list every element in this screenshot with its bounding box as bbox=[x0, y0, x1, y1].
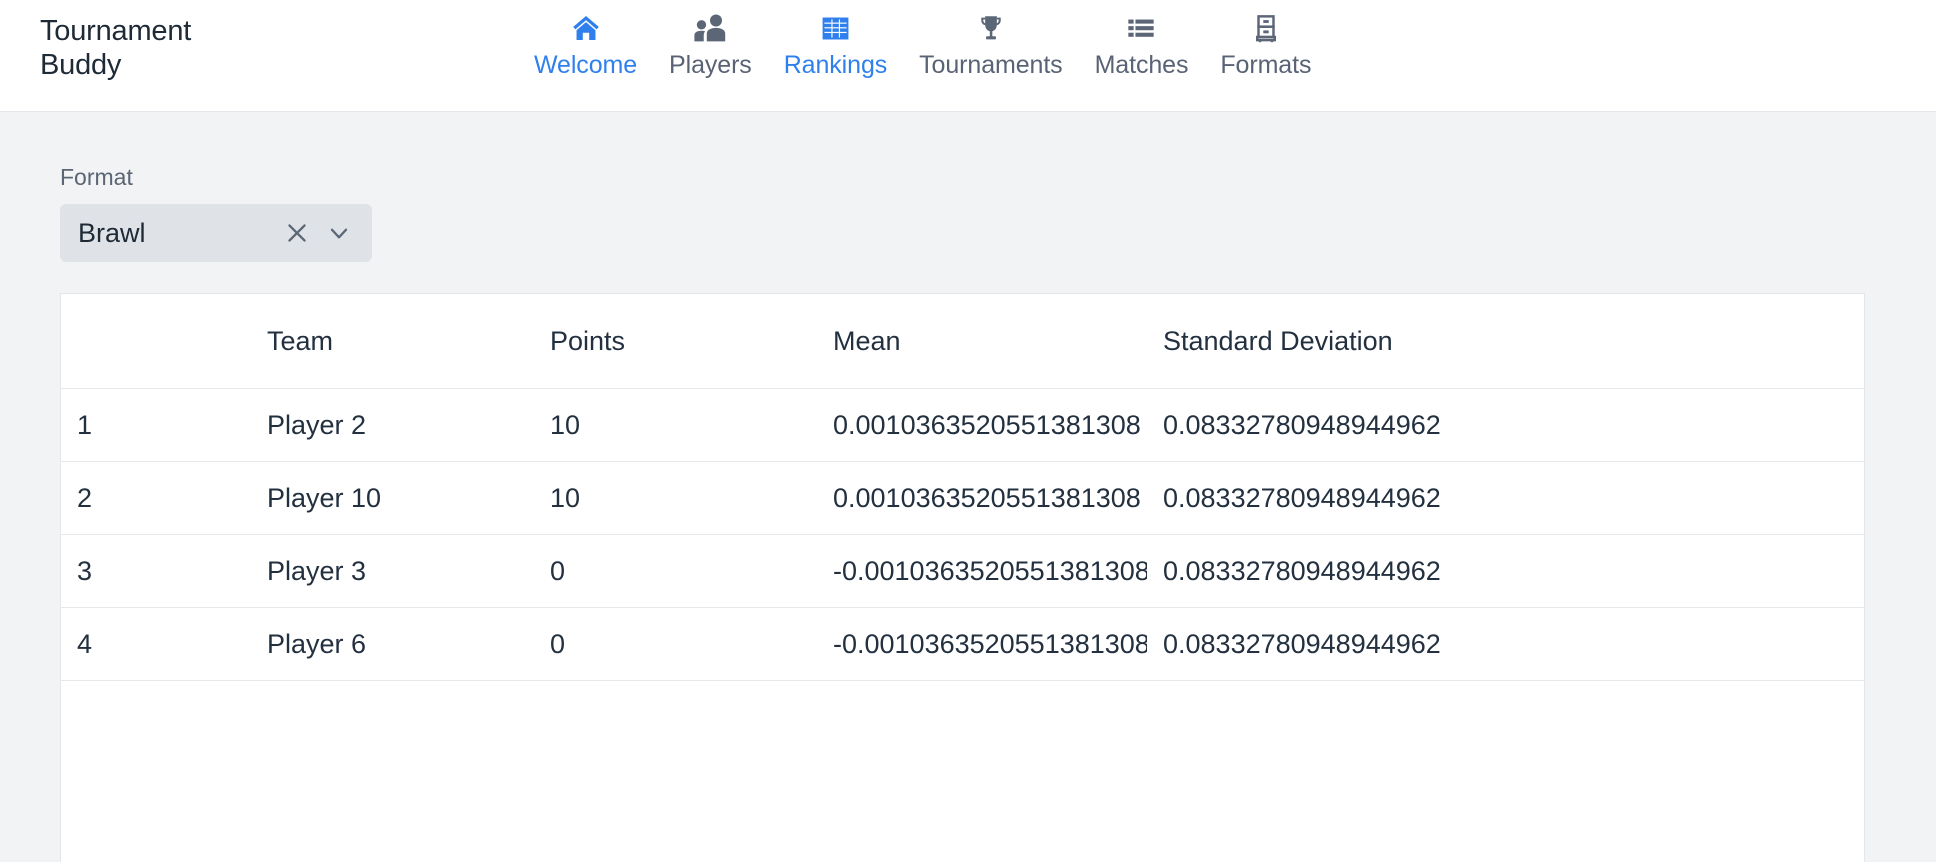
cell-points: 0 bbox=[534, 607, 817, 681]
format-filter-group: Format Brawl bbox=[60, 164, 372, 262]
column-header-team[interactable]: Team bbox=[251, 294, 534, 389]
column-header-rank[interactable] bbox=[61, 294, 251, 389]
cell-rank: 1 bbox=[61, 388, 251, 462]
column-header-standard-deviation[interactable]: Standard Deviation bbox=[1147, 294, 1864, 389]
cell-mean: 0.0010363520551381308 bbox=[817, 461, 1147, 535]
cell-rank: 3 bbox=[61, 534, 251, 608]
nav-label-players: Players bbox=[669, 51, 752, 79]
nav-label-rankings: Rankings bbox=[783, 51, 888, 79]
column-header-mean[interactable]: Mean bbox=[817, 294, 1147, 389]
format-select-value: Brawl bbox=[78, 218, 146, 248]
cell-team: Player 6 bbox=[251, 607, 534, 681]
cell-team: Player 3 bbox=[251, 534, 534, 608]
table-grid-icon bbox=[819, 8, 852, 48]
table-row[interactable]: 2 Player 10 10 0.0010363520551381308 0.0… bbox=[61, 461, 1864, 535]
rankings-table-card: Team Points Mean Standard Deviation 1 Pl… bbox=[60, 293, 1865, 862]
archive-cabinet-icon bbox=[1251, 8, 1281, 48]
column-header-points[interactable]: Points bbox=[534, 294, 817, 389]
nav-item-formats[interactable]: Formats bbox=[1204, 8, 1327, 80]
cell-rank: 2 bbox=[61, 461, 251, 535]
cell-standard-deviation: 0.08332780948944962 bbox=[1147, 461, 1864, 535]
rankings-table: Team Points Mean Standard Deviation 1 Pl… bbox=[61, 294, 1864, 681]
app-header: Tournament Buddy Welcome Players Ranking… bbox=[0, 0, 1936, 112]
cell-points: 0 bbox=[534, 534, 817, 608]
table-row[interactable]: 4 Player 6 0 -0.0010363520551381308 0.08… bbox=[61, 607, 1864, 681]
cell-points: 10 bbox=[534, 388, 817, 462]
rankings-table-head: Team Points Mean Standard Deviation bbox=[61, 294, 1864, 389]
trophy-icon bbox=[975, 8, 1007, 48]
close-icon[interactable] bbox=[282, 218, 312, 248]
nav-item-rankings[interactable]: Rankings bbox=[768, 8, 903, 80]
nav-item-matches[interactable]: Matches bbox=[1079, 8, 1205, 80]
nav-item-welcome[interactable]: Welcome bbox=[518, 8, 653, 80]
cell-team: Player 10 bbox=[251, 461, 534, 535]
brand-line-1: Tournament bbox=[40, 15, 192, 47]
people-icon bbox=[692, 8, 728, 48]
main-navigation: Welcome Players Rankings Tournaments Mat… bbox=[518, 8, 1327, 80]
nav-label-welcome: Welcome bbox=[534, 51, 638, 79]
format-filter-label: Format bbox=[60, 164, 133, 190]
nav-item-players[interactable]: Players bbox=[653, 8, 768, 80]
cell-mean: -0.0010363520551381308 bbox=[817, 534, 1147, 608]
cell-standard-deviation: 0.08332780948944962 bbox=[1147, 607, 1864, 681]
chevron-down-icon[interactable] bbox=[324, 218, 354, 248]
cell-points: 10 bbox=[534, 461, 817, 535]
page-body: Format Brawl Team Points Mean Standard D… bbox=[0, 112, 1936, 862]
home-icon bbox=[569, 8, 603, 48]
cell-mean: -0.0010363520551381308 bbox=[817, 607, 1147, 681]
nav-label-matches: Matches bbox=[1094, 51, 1189, 79]
list-icon bbox=[1125, 8, 1157, 48]
cell-mean: 0.0010363520551381308 bbox=[817, 388, 1147, 462]
format-select[interactable]: Brawl bbox=[60, 204, 372, 262]
table-row[interactable]: 3 Player 3 0 -0.0010363520551381308 0.08… bbox=[61, 534, 1864, 608]
table-row[interactable]: 1 Player 2 10 0.0010363520551381308 0.08… bbox=[61, 388, 1864, 462]
nav-item-tournaments[interactable]: Tournaments bbox=[903, 8, 1078, 80]
nav-label-tournaments: Tournaments bbox=[919, 51, 1063, 79]
app-brand: Tournament Buddy bbox=[40, 14, 270, 82]
brand-line-2: Buddy bbox=[40, 49, 122, 82]
cell-standard-deviation: 0.08332780948944962 bbox=[1147, 534, 1864, 608]
table-header-row: Team Points Mean Standard Deviation bbox=[61, 294, 1864, 389]
cell-team: Player 2 bbox=[251, 388, 534, 462]
cell-rank: 4 bbox=[61, 607, 251, 681]
rankings-table-body: 1 Player 2 10 0.0010363520551381308 0.08… bbox=[61, 388, 1864, 681]
nav-label-formats: Formats bbox=[1220, 51, 1312, 79]
cell-standard-deviation: 0.08332780948944962 bbox=[1147, 388, 1864, 462]
